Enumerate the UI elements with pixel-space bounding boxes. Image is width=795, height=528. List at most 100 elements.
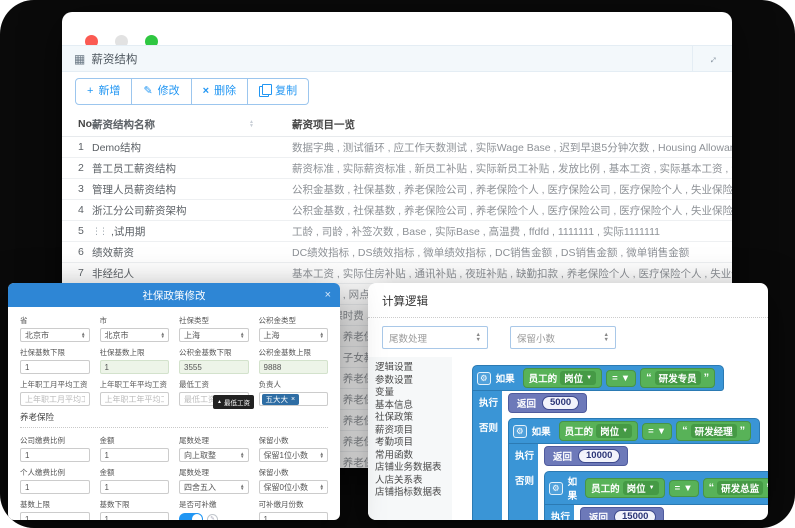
field-input[interactable] [20, 360, 90, 374]
copy-button[interactable]: 复制 [248, 78, 309, 105]
field-dropdown[interactable]: 岗位▼ [560, 371, 596, 385]
string-block[interactable]: “研发经理” [676, 421, 751, 441]
field-label: 社保基数上限 [100, 347, 170, 358]
col-no: No [62, 118, 92, 130]
table-header: No 薪资结构名称 ▲▼ 薪资项目一览 [62, 112, 732, 137]
if-label: 如果 [568, 474, 578, 502]
if-block[interactable]: ⚙如果员工的岗位▼=▼“研发专员”执行返回5000否则⚙如果员工的岗位▼=▼“研… [472, 365, 768, 520]
if-block-head[interactable]: ⚙如果员工的岗位▼=▼“研发经理” [508, 418, 760, 444]
field-input[interactable] [179, 360, 249, 374]
gear-icon[interactable]: ⚙ [549, 482, 563, 495]
toggle-switch[interactable] [179, 513, 203, 520]
condition-group: 员工的岗位▼=▼“研发专员” [523, 368, 715, 388]
edit-circle-icon[interactable]: ✎ [207, 514, 218, 521]
if-block[interactable]: ⚙如果员工的岗位▼=▼“研发总监”执行返回15000 [544, 471, 768, 520]
expand-button[interactable]: ↔ [692, 46, 732, 71]
sidebar-item[interactable]: 店铺业务数据表 [375, 462, 452, 475]
condition-group: 员工的岗位▼=▼“研发经理” [559, 421, 751, 441]
return-value[interactable]: 5000 [542, 396, 579, 410]
sort-icon[interactable]: ▲▼ [249, 120, 254, 128]
row-no: 6 [62, 246, 92, 258]
remove-tag-icon[interactable]: × [291, 395, 295, 404]
row-name-text: 普工员工薪资结构 [92, 161, 176, 176]
return-block[interactable]: 返回10000 [544, 446, 628, 466]
string-block[interactable]: “研发专员” [640, 368, 715, 388]
field-input[interactable] [20, 392, 90, 406]
form-field: 公积金基数上限 [259, 347, 329, 374]
table-row[interactable]: 1Demo结构数据字典 , 测试循环 , 应工作天数测试 , 实际Wage Ba… [62, 137, 732, 158]
table-row[interactable]: 2普工员工薪资结构薪资标准 , 实际薪资标准 , 新员工补贴 , 实际新员工补贴… [62, 158, 732, 179]
field-input[interactable] [259, 512, 329, 520]
edit-button[interactable]: ✎ 修改 [132, 78, 191, 105]
sidebar-item[interactable]: 逻辑设置 [375, 362, 452, 375]
return-value[interactable]: 10000 [578, 449, 620, 463]
field-dropdown[interactable]: 岗位▼ [623, 481, 659, 495]
operator-block[interactable]: =▼ [642, 423, 672, 440]
row-items: DC绩效指标 , DS绩效指标 , 微单绩效指标 , DC销售金额 , DS销售… [260, 245, 732, 260]
sidebar-item[interactable]: 人店关系表 [375, 475, 452, 488]
field-input[interactable] [20, 448, 90, 462]
field-select[interactable]: 四舍五入▲▼ [179, 480, 249, 494]
form-field: 公积金基数下限 [179, 347, 249, 374]
employee-field-block[interactable]: 员工的岗位▼ [559, 421, 638, 441]
table-row[interactable]: 6绩效薪资DC绩效指标 , DS绩效指标 , 微单绩效指标 , DC销售金额 ,… [62, 242, 732, 263]
sidebar-item[interactable]: 店铺指标数据表 [375, 487, 452, 500]
field-input[interactable] [259, 360, 329, 374]
field-select[interactable]: 北京市▲▼ [20, 328, 90, 342]
sidebar-item[interactable]: 参数设置 [375, 375, 452, 388]
gear-icon[interactable]: ⚙ [477, 372, 491, 385]
field-input[interactable] [100, 360, 170, 374]
return-value[interactable]: 15000 [614, 510, 656, 520]
return-block[interactable]: 返回15000 [580, 507, 664, 520]
field-select[interactable]: 北京市▲▼ [100, 328, 170, 342]
decimals-select[interactable]: 保留小数 ▲▼ [510, 326, 616, 349]
field-dropdown[interactable]: 岗位▼ [596, 424, 632, 438]
do-row: 执行返回10000 [508, 444, 768, 469]
form-field: 社保类型上海▲▼ [179, 315, 249, 342]
return-block[interactable]: 返回5000 [508, 393, 587, 413]
field-input[interactable] [100, 448, 170, 462]
close-icon[interactable]: × [325, 290, 331, 300]
employee-field-block[interactable]: 员工的岗位▼ [585, 478, 664, 498]
field-select[interactable]: 上海▲▼ [179, 328, 249, 342]
field-select[interactable]: 保留1位小数▲▼ [259, 448, 329, 462]
sidebar-item[interactable]: 社保政策 [375, 412, 452, 425]
row-no: 1 [62, 141, 92, 153]
close-quote: ” [740, 426, 746, 436]
field-input[interactable] [20, 480, 90, 494]
operator-block[interactable]: =▼ [606, 370, 636, 387]
field-input[interactable] [100, 392, 170, 406]
field-select[interactable]: 保留0位小数▲▼ [259, 480, 329, 494]
table-row[interactable]: 5⋮⋮,试用期工龄 , 司龄 , 补签次数 , Base , 实际Base , … [62, 221, 732, 242]
gear-icon[interactable]: ⚙ [513, 425, 527, 438]
employee-field-block[interactable]: 员工的岗位▼ [523, 368, 602, 388]
sidebar-item[interactable]: 变量 [375, 387, 452, 400]
table-row[interactable]: 3管理人员薪资结构公积金基数 , 社保基数 , 养老保险公司 , 养老保险个人 … [62, 179, 732, 200]
owner-input[interactable]: 五大大× [259, 392, 329, 406]
table-row[interactable]: 7非经纪人基本工资 , 实际住房补贴 , 通讯补贴 , 夜班补贴 , 缺勤扣款 … [62, 263, 732, 284]
string-block[interactable]: “研发总监” [703, 478, 768, 498]
delete-button[interactable]: × 删除 [192, 78, 248, 105]
else-label: 否则 [472, 416, 502, 520]
field-input[interactable] [100, 480, 170, 494]
sidebar-item[interactable]: 基本信息 [375, 400, 452, 413]
else-slot: ⚙如果员工的岗位▼=▼“研发总监”执行返回15000 [538, 469, 768, 520]
field-select[interactable]: 上海▲▼ [259, 328, 329, 342]
sidebar-item[interactable]: 薪资项目 [375, 425, 452, 438]
select-arrows-icon: ▲▼ [240, 452, 244, 459]
sidebar-item[interactable]: 常用函数 [375, 450, 452, 463]
field-input[interactable] [100, 512, 170, 520]
if-block[interactable]: ⚙如果员工的岗位▼=▼“研发经理”执行返回10000否则⚙如果员工的岗位▼=▼“… [508, 418, 768, 520]
field-select[interactable]: 向上取整▲▼ [179, 448, 249, 462]
rounding-select[interactable]: 尾数处理 ▲▼ [382, 326, 488, 349]
if-block-head[interactable]: ⚙ 如果员工的岗位▼ =▼“研发总监” [544, 471, 768, 505]
operator-block[interactable]: =▼ [669, 480, 699, 497]
table-row[interactable]: 4浙江分公司薪资架构公积金基数 , 社保基数 , 养老保险公司 , 养老保险个人… [62, 200, 732, 221]
field-input[interactable] [20, 512, 90, 520]
form-row: 公司缴费比例金额尾数处理向上取整▲▼保留小数保留1位小数▲▼ [20, 435, 328, 462]
sidebar-item[interactable]: 考勤项目 [375, 437, 452, 450]
field-label: 尾数处理 [179, 467, 249, 478]
add-button[interactable]: + 新增 [75, 78, 132, 105]
drag-handle-icon[interactable]: ⋮⋮ [92, 227, 106, 236]
if-block-head[interactable]: ⚙如果员工的岗位▼=▼“研发专员” [472, 365, 724, 391]
